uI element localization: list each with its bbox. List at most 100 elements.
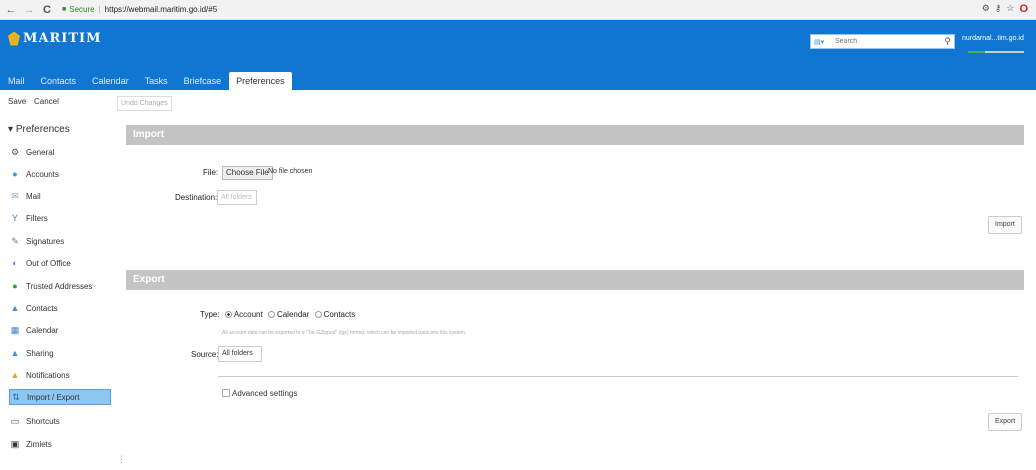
reload-icon[interactable]: C: [40, 4, 54, 16]
tab-calendar[interactable]: Calendar: [84, 72, 137, 90]
sidebar-item-label: Mail: [26, 191, 41, 201]
source-folder-button[interactable]: All folders: [218, 346, 262, 362]
sidebar-item-label: Zimlets: [26, 439, 52, 449]
sidebar-item-notifications[interactable]: ▲ Notifications: [9, 367, 111, 383]
export-section-header: Export: [126, 270, 1024, 290]
radio-contacts-label[interactable]: Contacts: [324, 310, 356, 319]
choose-file-button[interactable]: Choose File: [222, 166, 273, 180]
sidebar-item-calendar[interactable]: ▦ Calendar: [9, 322, 111, 338]
shortcuts-icon: ▭: [10, 415, 20, 426]
sidebar-item-mail[interactable]: ✉ Mail: [9, 188, 111, 204]
import-section-header: Import: [126, 125, 1024, 145]
search-scope-dropdown[interactable]: ▤▾: [811, 38, 835, 46]
export-section-title: Export: [133, 274, 165, 285]
sidebar-item-general[interactable]: ⚙ General: [9, 144, 111, 160]
sidebar-item-label: Filters: [26, 213, 48, 223]
preferences-tree-root[interactable]: ▾ Preferences: [8, 124, 70, 135]
sidebar-item-signatures[interactable]: ✎ Signatures: [9, 233, 111, 249]
search-input[interactable]: [835, 38, 935, 45]
filter-icon: Y: [11, 213, 18, 223]
sidebar-item-label: Calendar: [26, 325, 59, 335]
app-header: MARITIM ▤▾ ⚲ nurdarnal...tim.go.id Mail …: [0, 20, 1036, 90]
search-box: ▤▾ ⚲: [810, 34, 955, 49]
sidebar-resize-handle[interactable]: ⋮: [117, 454, 126, 465]
import-button[interactable]: Import: [988, 216, 1022, 234]
radio-account[interactable]: [224, 311, 232, 318]
export-divider: [218, 376, 1018, 377]
tab-briefcase[interactable]: Briefcase: [176, 72, 230, 90]
advanced-settings-checkbox[interactable]: [222, 389, 230, 397]
cancel-button[interactable]: Cancel: [34, 97, 59, 106]
opera-icon[interactable]: O: [1019, 3, 1028, 15]
export-hint: All account data can be exported to a "T…: [222, 330, 467, 336]
lock-icon: ■: [62, 6, 67, 13]
sidebar-item-label: Trusted Addresses: [26, 281, 93, 291]
user-name[interactable]: nurdarnal...tim.go.id: [962, 35, 1024, 42]
file-label: File:: [203, 168, 219, 177]
advanced-settings-label[interactable]: Advanced settings: [232, 389, 297, 398]
tab-tasks[interactable]: Tasks: [137, 72, 176, 90]
signature-icon: ✎: [11, 235, 19, 246]
source-label: Source:: [191, 350, 219, 359]
destination-folder-button[interactable]: All folders: [217, 190, 257, 205]
gear-icon: ⚙: [10, 146, 20, 157]
sidebar-item-label: Notifications: [26, 370, 70, 380]
radio-calendar-label[interactable]: Calendar: [277, 310, 309, 319]
sidebar-item-trusted-addresses[interactable]: ● Trusted Addresses: [9, 278, 111, 294]
sidebar-item-filters[interactable]: Y Filters: [9, 210, 111, 226]
radio-contacts[interactable]: [314, 311, 322, 318]
export-button[interactable]: Export: [988, 413, 1023, 431]
logo-text: MARITIM: [23, 31, 102, 46]
radio-account-label[interactable]: Account: [234, 310, 263, 319]
sidebar-item-label: Shortcuts: [26, 416, 60, 426]
save-button[interactable]: Save: [8, 97, 26, 106]
out-of-office-icon: ◐: [12, 258, 18, 268]
url-text[interactable]: https://webmail.maritim.go.id/#5: [105, 5, 218, 14]
tab-contacts[interactable]: Contacts: [33, 72, 85, 90]
notification-icon: ▲: [10, 370, 20, 380]
extension-icon[interactable]: ⚙: [982, 3, 990, 15]
forward-icon[interactable]: →: [22, 4, 36, 16]
sidebar-item-out-of-office[interactable]: ◐ Out of Office: [9, 255, 111, 271]
type-label: Type:: [200, 310, 220, 319]
back-icon[interactable]: ←: [4, 4, 18, 16]
sidebar-item-label: Contacts: [26, 303, 58, 313]
sidebar-item-label: Out of Office: [26, 258, 71, 268]
search-icon[interactable]: ⚲: [944, 36, 951, 47]
sidebar-item-sharing[interactable]: ▲ Sharing: [9, 345, 111, 361]
destination-label: Destination:: [175, 193, 218, 202]
tab-preferences[interactable]: Preferences: [229, 72, 292, 90]
star-icon[interactable]: ☆: [1006, 3, 1014, 15]
address-bar[interactable]: ■ Secure | https://webmail.maritim.go.id…: [62, 5, 217, 14]
preferences-root-label: Preferences: [15, 124, 70, 135]
zimlets-icon: ▣: [10, 438, 20, 449]
mail-icon: ✉: [11, 190, 19, 201]
tab-mail[interactable]: Mail: [0, 72, 33, 90]
undo-changes-button[interactable]: Undo Changes: [117, 96, 172, 111]
browser-icons: ⚙ ⚷ ☆ O: [982, 3, 1028, 15]
radio-calendar[interactable]: [267, 311, 275, 318]
garuda-icon: [8, 31, 20, 46]
sidebar-item-accounts[interactable]: ● Accounts: [9, 166, 111, 182]
logo[interactable]: MARITIM: [8, 31, 102, 46]
calendar-icon: ▦: [10, 324, 20, 335]
sidebar-item-import-export[interactable]: ⇅ Import / Export: [9, 389, 111, 405]
key-icon[interactable]: ⚷: [995, 3, 1002, 15]
url-separator: |: [98, 5, 101, 14]
sharing-icon: ▲: [10, 348, 20, 358]
export-type-row: Type: Account Calendar Contacts: [200, 310, 355, 319]
accounts-icon: ●: [12, 169, 18, 179]
sidebar-item-label: Sharing: [26, 348, 54, 358]
no-file-chosen-text: No file chosen: [268, 168, 313, 175]
contacts-icon: ▲: [10, 303, 20, 313]
app-tabs: Mail Contacts Calendar Tasks Briefcase P…: [0, 70, 292, 90]
sidebar-item-label: Signatures: [26, 236, 65, 246]
sidebar-item-label: General: [26, 147, 55, 157]
browser-toolbar: ← → C ■ Secure | https://webmail.maritim…: [0, 0, 1036, 20]
sidebar-item-contacts[interactable]: ▲ Contacts: [9, 300, 111, 316]
sidebar-item-zimlets[interactable]: ▣ Zimlets: [9, 436, 111, 452]
quota-bar: [968, 51, 1024, 53]
sidebar-item-shortcuts[interactable]: ▭ Shortcuts: [9, 413, 111, 429]
sidebar-item-label: Accounts: [26, 169, 59, 179]
sidebar-item-label: Import / Export: [27, 392, 80, 402]
